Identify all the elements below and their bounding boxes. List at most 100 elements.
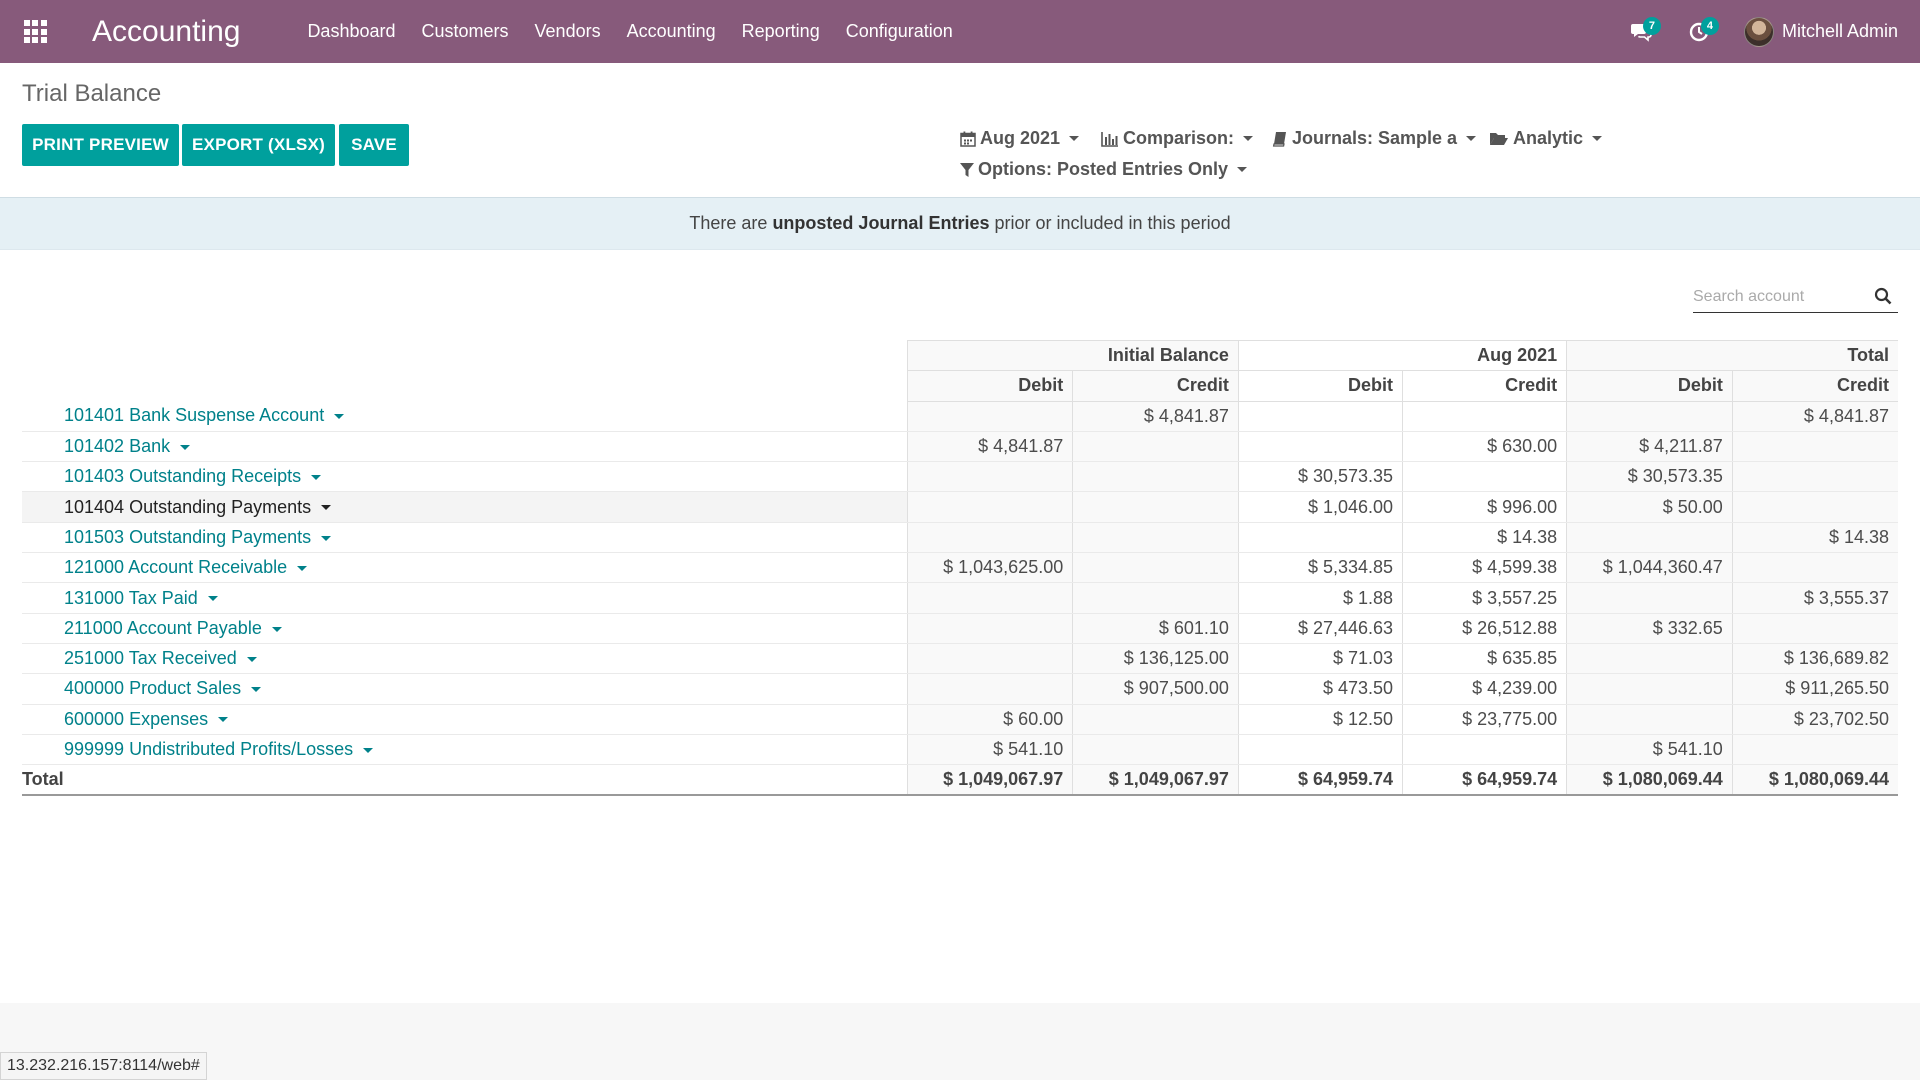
menu-item-configuration[interactable]: Configuration xyxy=(833,0,966,63)
credit-cell xyxy=(1072,491,1239,523)
account-link[interactable]: 101401 Bank Suspense Account xyxy=(22,401,908,432)
caret-down-icon[interactable] xyxy=(180,444,191,450)
debit-cell xyxy=(906,673,1073,705)
chevron-down-icon xyxy=(1243,136,1254,141)
debit-cell: $ 30,573.35 xyxy=(1566,461,1733,493)
header-period: Aug 2021 xyxy=(1237,339,1567,372)
print-preview-button[interactable]: PRINT PREVIEW xyxy=(22,124,179,166)
export-xlsx-button[interactable]: EXPORT (XLSX) xyxy=(182,124,335,166)
app-brand[interactable]: Accounting xyxy=(92,15,240,49)
account-link[interactable]: 131000 Tax Paid xyxy=(22,582,908,614)
credit-cell xyxy=(1731,461,1898,493)
account-link[interactable]: 101403 Outstanding Receipts xyxy=(22,461,908,493)
caret-down-icon[interactable] xyxy=(311,475,322,481)
debit-cell: $ 541.10 xyxy=(906,734,1073,766)
footer-area xyxy=(0,1003,1920,1080)
account-name: 121000 Account Receivable xyxy=(64,557,288,578)
credit-cell: $ 23,775.00 xyxy=(1402,704,1567,735)
journals-filter[interactable]: Journals: Sample a xyxy=(1272,128,1477,149)
menu-item-vendors[interactable]: Vendors xyxy=(522,0,614,63)
banner-bold-text: unposted Journal Entries xyxy=(772,213,990,233)
user-name: Mitchell Admin xyxy=(1781,21,1898,41)
credit-cell xyxy=(1072,734,1239,766)
options-filter[interactable]: Options: Posted Entries Only xyxy=(960,159,1248,180)
caret-down-icon[interactable] xyxy=(271,626,282,632)
credit-cell: $ 3,557.25 xyxy=(1402,582,1567,614)
debit-cell xyxy=(1566,643,1733,675)
caret-down-icon[interactable] xyxy=(207,596,218,602)
table-row: 600000 Expenses $ 60.00 $ 12.50 $ 23,775.00… xyxy=(22,704,1898,735)
search-icon[interactable] xyxy=(1874,287,1892,305)
account-link[interactable]: 600000 Expenses xyxy=(22,704,908,735)
menu-item-reporting[interactable]: Reporting xyxy=(729,0,833,63)
caret-down-icon[interactable] xyxy=(334,414,345,420)
banner-suffix: prior or included in this period xyxy=(989,213,1231,233)
debit-cell xyxy=(1237,401,1403,432)
debit-cell: $ 1,043,625.00 xyxy=(906,552,1073,584)
credit-cell xyxy=(1731,613,1898,644)
apps-menu-icon[interactable] xyxy=(0,0,70,63)
messages-button[interactable]: 7 xyxy=(1612,0,1670,63)
caret-down-icon[interactable] xyxy=(321,535,332,541)
credit-cell xyxy=(1402,461,1567,493)
total-label: Total xyxy=(22,764,908,796)
account-link[interactable]: 400000 Product Sales xyxy=(22,673,908,705)
caret-down-icon[interactable] xyxy=(251,687,262,693)
search-account-input[interactable] xyxy=(1693,288,1863,306)
trial-balance-table: Initial Balance Aug 2021 Total Debit Cre… xyxy=(22,339,1898,796)
account-name: 211000 Account Payable xyxy=(64,617,262,638)
chevron-down-icon xyxy=(1592,136,1603,141)
comparison-filter[interactable]: Comparison: xyxy=(1101,128,1254,149)
debit-cell: $ 1.88 xyxy=(1237,582,1403,614)
caret-down-icon[interactable] xyxy=(246,656,257,662)
calendar-icon xyxy=(960,131,976,147)
debit-cell xyxy=(1566,673,1733,705)
account-link[interactable]: 211000 Account Payable xyxy=(22,613,908,644)
menu-item-customers[interactable]: Customers xyxy=(409,0,522,63)
caret-down-icon[interactable] xyxy=(218,717,229,723)
account-name: 999999 Undistributed Profits/Losses xyxy=(64,739,354,759)
menu-item-accounting[interactable]: Accounting xyxy=(614,0,729,63)
debit-cell xyxy=(906,461,1073,493)
credit-cell: $ 4,239.00 xyxy=(1402,673,1567,705)
credit-cell xyxy=(1072,582,1239,614)
account-link[interactable]: 101503 Outstanding Payments xyxy=(22,522,908,554)
debit-cell xyxy=(906,613,1073,644)
credit-cell: $ 630.00 xyxy=(1402,431,1567,463)
account-link[interactable]: 101404 Outstanding Payments xyxy=(22,491,908,523)
total-debit-cell: $ 1,080,069.44 xyxy=(1566,764,1733,796)
caret-down-icon[interactable] xyxy=(363,747,374,753)
credit-cell: $ 996.00 xyxy=(1402,491,1567,523)
date-filter[interactable]: Aug 2021 xyxy=(960,128,1080,149)
credit-cell: $ 911,265.50 xyxy=(1731,673,1898,705)
header-blank xyxy=(22,341,907,371)
account-link[interactable]: 251000 Tax Received xyxy=(22,643,908,675)
debit-cell xyxy=(906,582,1073,614)
account-link[interactable]: 999999 Undistributed Profits/Losses xyxy=(22,734,908,766)
debit-cell xyxy=(906,491,1073,523)
table-group-header: Initial Balance Aug 2021 Total xyxy=(22,339,1898,372)
table-row: 131000 Tax Paid $ 1.88 $ 3,557.25 $ 3,555.3… xyxy=(22,582,1898,614)
debit-cell: $ 1,044,360.47 xyxy=(1566,552,1733,584)
header-total: Total xyxy=(1566,339,1898,372)
activities-button[interactable]: 4 xyxy=(1670,0,1728,63)
credit-cell xyxy=(1072,522,1239,554)
credit-cell: $ 14.38 xyxy=(1402,522,1567,554)
table-row: 101403 Outstanding Receipts $ 30,573.35 $ … xyxy=(22,461,1898,493)
table-row: 400000 Product Sales $ 907,500.00 $ 473.50… xyxy=(22,673,1898,705)
header-credit: Credit xyxy=(1072,370,1239,402)
menu-item-dashboard[interactable]: Dashboard xyxy=(294,0,408,63)
credit-cell xyxy=(1072,704,1239,735)
account-name: 101404 Outstanding Payments xyxy=(64,496,312,517)
account-link[interactable]: 121000 Account Receivable xyxy=(22,552,908,584)
account-name: 101403 Outstanding Receipts xyxy=(64,466,302,487)
user-menu[interactable]: Mitchell Admin xyxy=(1743,16,1898,47)
analytic-filter[interactable]: Analytic xyxy=(1489,128,1603,149)
caret-down-icon[interactable] xyxy=(297,565,308,571)
caret-down-icon[interactable] xyxy=(321,505,332,511)
total-credit-cell: $ 1,049,067.97 xyxy=(1072,764,1239,796)
save-button[interactable]: SAVE xyxy=(339,124,409,166)
account-link[interactable]: 101402 Bank xyxy=(22,431,908,463)
debit-cell: $ 4,841.87 xyxy=(906,431,1073,463)
activities-badge: 4 xyxy=(1700,17,1719,35)
